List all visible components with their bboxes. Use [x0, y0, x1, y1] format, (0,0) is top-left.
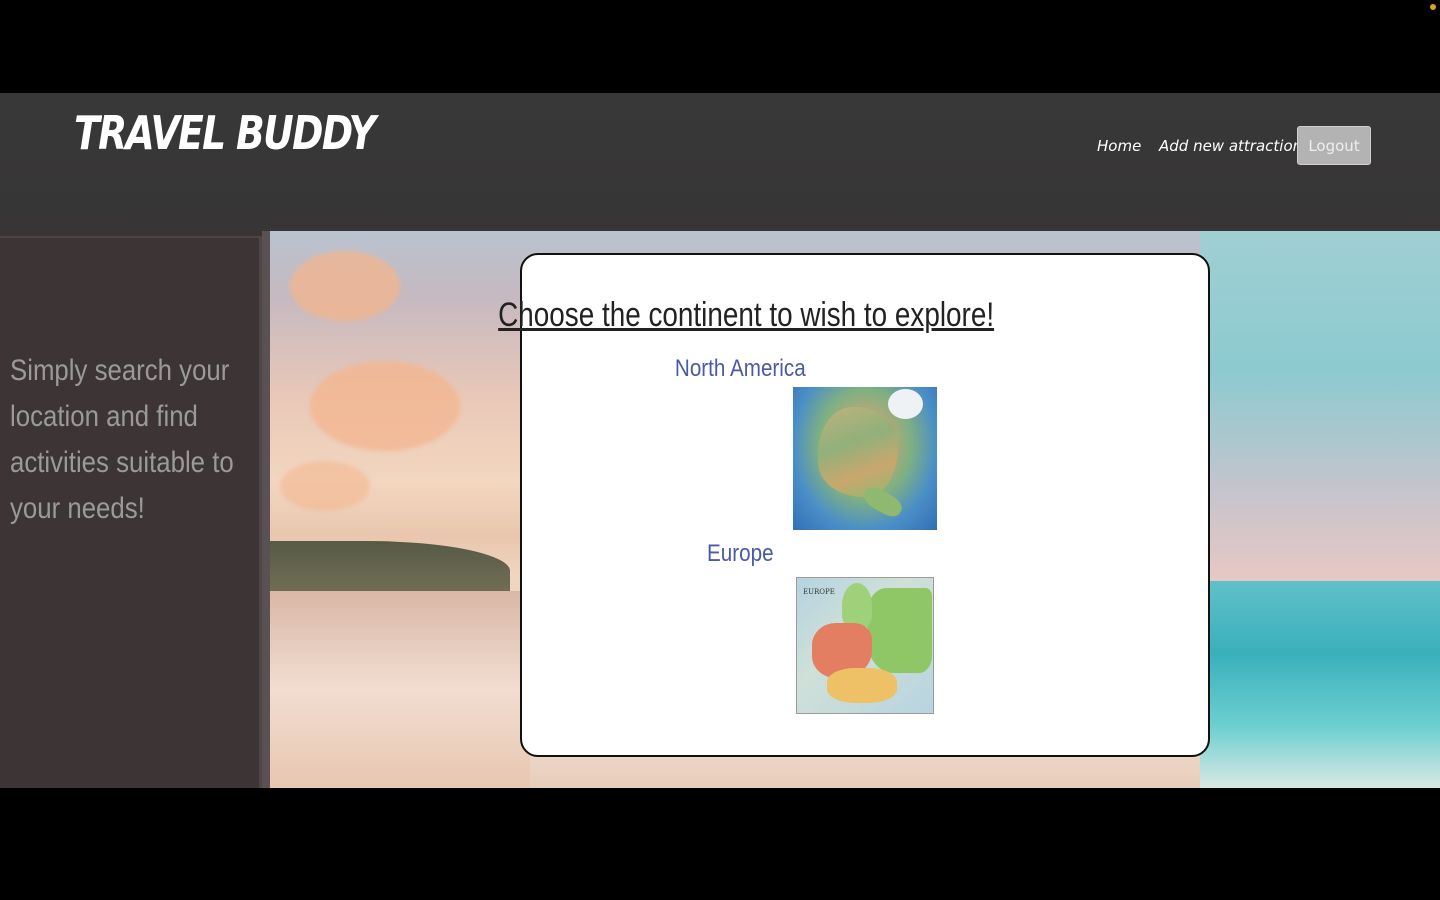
hero-sky: [1200, 231, 1440, 581]
brand-logo[interactable]: TRAVEL BUDDY: [74, 106, 376, 160]
card-title: Choose the continent to wish to explore!: [498, 296, 995, 334]
browser-top-bar: [0, 0, 1440, 93]
map-land-shape: [818, 407, 898, 497]
map-land-shape: [842, 583, 872, 628]
logout-button[interactable]: Logout: [1297, 126, 1371, 165]
nav-home-link[interactable]: Home: [1097, 137, 1141, 155]
hero-beach: [270, 591, 530, 788]
north-america-map-icon[interactable]: [793, 387, 937, 530]
map-caption: EUROPE: [803, 588, 835, 596]
hero-sea: [1200, 581, 1440, 788]
map-land-shape: [867, 588, 932, 673]
nav-add-attraction-link[interactable]: Add new attraction: [1159, 137, 1302, 155]
map-land-shape: [888, 389, 923, 419]
europe-link[interactable]: Europe: [121, 540, 1359, 568]
map-land-shape: [827, 668, 897, 703]
bottom-bar: [0, 788, 1440, 900]
europe-map-icon[interactable]: EUROPE: [796, 577, 934, 714]
status-indicator-icon: [1430, 4, 1436, 10]
cloud-shape: [280, 461, 370, 511]
north-america-link[interactable]: North America: [121, 355, 1359, 383]
